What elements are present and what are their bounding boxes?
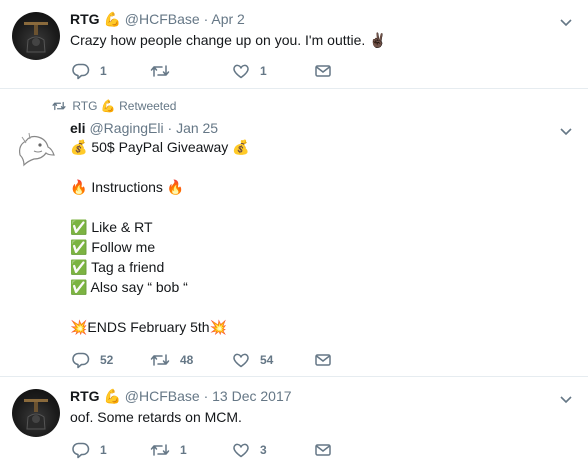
chevron-down-icon[interactable] xyxy=(558,123,574,139)
separator: · xyxy=(203,11,209,27)
separator: · xyxy=(167,120,173,136)
like-button[interactable]: 1 xyxy=(232,61,267,81)
flexed-biceps-emoji: 💪 xyxy=(103,12,121,28)
like-count: 1 xyxy=(260,64,267,78)
avatar[interactable] xyxy=(12,125,60,173)
retweet-icon xyxy=(150,354,170,366)
like-count: 54 xyxy=(260,353,274,367)
separator: · xyxy=(203,388,209,404)
display-name[interactable]: RTG xyxy=(70,388,100,404)
reply-icon xyxy=(72,352,90,369)
tweet-header: RTG 💪 @HCFBase · 13 Dec 2017 xyxy=(70,387,292,406)
tweet-text-line: ✅ Tag a friend xyxy=(70,259,165,275)
tweet-text-line: oof. Some retards on MCM. xyxy=(70,409,242,425)
tweet-actions: 1 1 3 xyxy=(70,440,370,460)
like-button[interactable]: 3 xyxy=(232,440,267,460)
tweet-text-line: 💥ENDS February 5th💥 xyxy=(70,319,228,335)
timestamp[interactable]: 13 Dec 2017 xyxy=(212,388,291,404)
tweet-text-line xyxy=(70,197,250,217)
tweet-text-line xyxy=(70,297,250,317)
tweet-text-line: Crazy how people change up on you. I'm o… xyxy=(70,32,387,48)
retweet-button[interactable]: 48 xyxy=(150,350,193,370)
reply-icon xyxy=(72,63,90,80)
retweet-count: 48 xyxy=(180,353,194,367)
tweet-header: eli @RagingEli · Jan 25 xyxy=(70,119,218,137)
retweet-icon xyxy=(150,65,170,77)
dm-button[interactable] xyxy=(314,350,332,370)
reply-count: 52 xyxy=(100,353,114,367)
like-count: 3 xyxy=(260,443,267,457)
retweet-context: RTG 💪 Retweeted xyxy=(52,99,176,113)
display-name[interactable]: eli xyxy=(70,120,86,136)
tweet-actions: 52 48 54 xyxy=(70,350,370,370)
flexed-biceps-emoji: 💪 xyxy=(103,389,121,405)
tweet-text-line: 🔥 Instructions 🔥 xyxy=(70,179,185,195)
display-name[interactable]: RTG xyxy=(70,11,100,27)
chevron-down-icon[interactable] xyxy=(558,391,574,407)
handle[interactable]: @HCFBase xyxy=(125,11,200,27)
reply-count: 1 xyxy=(100,443,107,457)
dm-icon xyxy=(315,354,331,366)
retweet-icon xyxy=(150,444,170,456)
timestamp[interactable]: Apr 2 xyxy=(211,11,244,27)
retweet-button[interactable] xyxy=(150,61,180,81)
tweet-text-line: ✅ Also say “ bob “ xyxy=(70,279,188,295)
tweet-text-line: 💰 50$ PayPal Giveaway 💰 xyxy=(70,139,250,155)
tweet-text-line: ✅ Follow me xyxy=(70,239,156,255)
handle[interactable]: @HCFBase xyxy=(125,388,200,404)
tweet[interactable]: RTG 💪 @HCFBase · 13 Dec 2017 oof. Some r… xyxy=(0,377,588,469)
tweet-header: RTG 💪 @HCFBase · Apr 2 xyxy=(70,10,245,29)
reply-button[interactable]: 52 xyxy=(72,350,113,370)
like-icon xyxy=(233,64,249,79)
avatar[interactable] xyxy=(12,389,60,437)
dm-icon xyxy=(315,65,331,77)
dm-button[interactable] xyxy=(314,440,332,460)
retweet-button[interactable]: 1 xyxy=(150,440,187,460)
tweet-text: Crazy how people change up on you. I'm o… xyxy=(70,30,387,50)
handle[interactable]: @RagingEli xyxy=(89,120,163,136)
reply-button[interactable]: 1 xyxy=(72,440,107,460)
dm-icon xyxy=(315,444,331,456)
reply-count: 1 xyxy=(100,64,107,78)
flexed-biceps-emoji: 💪 xyxy=(100,99,116,113)
like-icon xyxy=(233,353,249,368)
retweet-count: 1 xyxy=(180,443,187,457)
tweet[interactable]: RTG 💪 Retweeted eli @RagingEli · Jan 25 … xyxy=(0,89,588,377)
tweet-text-line: ✅ Like & RT xyxy=(70,219,153,235)
tweet-text-line xyxy=(70,157,250,177)
tweet[interactable]: RTG 💪 @HCFBase · Apr 2 Crazy how people … xyxy=(0,0,588,89)
dm-button[interactable] xyxy=(314,61,332,81)
reply-button[interactable]: 1 xyxy=(72,61,107,81)
retweet-icon xyxy=(52,101,66,111)
tweet-text: oof. Some retards on MCM. xyxy=(70,407,242,427)
like-icon xyxy=(233,443,249,458)
retweeted-label: Retweeted xyxy=(119,99,177,113)
tweet-actions: 1 1 xyxy=(70,61,370,81)
timestamp[interactable]: Jan 25 xyxy=(176,120,218,136)
reply-icon xyxy=(72,442,90,459)
retweeter-name[interactable]: RTG xyxy=(72,99,97,113)
like-button[interactable]: 54 xyxy=(232,350,273,370)
tweet-text: 💰 50$ PayPal Giveaway 💰 🔥 Instructions 🔥… xyxy=(70,137,250,337)
avatar[interactable] xyxy=(12,12,60,60)
chevron-down-icon[interactable] xyxy=(558,14,574,30)
